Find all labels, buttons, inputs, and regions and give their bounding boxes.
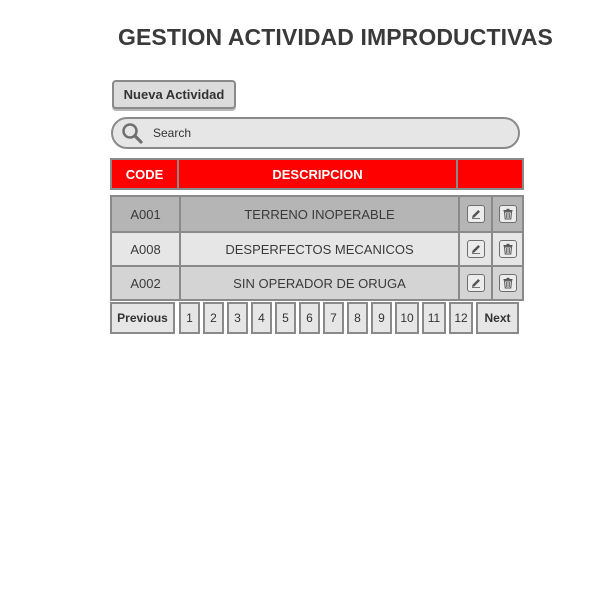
page-button-6[interactable]: 6 <box>299 302 320 334</box>
cell-description: TERRENO INOPERABLE <box>179 197 458 231</box>
page-button-11[interactable]: 11 <box>422 302 446 334</box>
cell-code: A002 <box>130 275 161 291</box>
page-title: GESTION ACTIVIDAD IMPRODUCTIVAS <box>118 24 554 50</box>
table-row: A008 DESPERFECTOS MECANICOS <box>112 231 522 265</box>
table-row: A002 SIN OPERADOR DE ORUGA <box>112 265 522 299</box>
page-button-2[interactable]: 2 <box>203 302 224 334</box>
table-body: A001 TERRENO INOPERABLE A008 DESPERFECTO… <box>110 195 524 301</box>
page-button-12[interactable]: 12 <box>449 302 473 334</box>
column-header-descripcion: DESCRIPCION <box>179 158 458 190</box>
page-button-10[interactable]: 10 <box>395 302 419 334</box>
trash-icon[interactable] <box>498 274 517 292</box>
page-button-4[interactable]: 4 <box>251 302 272 334</box>
search-input[interactable] <box>151 125 495 141</box>
edit-cell <box>458 233 491 265</box>
table-row: A001 TERRENO INOPERABLE <box>112 197 522 231</box>
pencil-icon[interactable] <box>466 205 485 223</box>
next-page-button[interactable]: Next <box>476 302 519 334</box>
delete-cell <box>491 233 522 265</box>
delete-cell <box>491 197 522 231</box>
pagination: Previous 1 2 3 4 5 6 7 8 9 10 11 12 Next <box>110 302 519 334</box>
search-icon[interactable] <box>119 120 145 146</box>
page-button-8[interactable]: 8 <box>347 302 368 334</box>
edit-cell <box>458 267 491 299</box>
trash-icon[interactable] <box>498 240 517 258</box>
new-activity-button[interactable]: Nueva Actividad <box>112 80 236 109</box>
page-button-1[interactable]: 1 <box>179 302 200 334</box>
table-header: CODE DESCRIPCION <box>110 158 524 190</box>
column-header-code: CODE <box>110 158 179 190</box>
cell-description: SIN OPERADOR DE ORUGA <box>179 267 458 299</box>
page-button-3[interactable]: 3 <box>227 302 248 334</box>
edit-cell <box>458 197 491 231</box>
cell-code: A001 <box>130 206 161 222</box>
cell-description: DESPERFECTOS MECANICOS <box>179 233 458 265</box>
cell-code: A008 <box>130 241 161 257</box>
pencil-icon[interactable] <box>466 274 485 292</box>
page-button-9[interactable]: 9 <box>371 302 392 334</box>
pencil-icon[interactable] <box>466 240 485 258</box>
delete-cell <box>491 267 522 299</box>
previous-page-button[interactable]: Previous <box>110 302 175 334</box>
page-button-5[interactable]: 5 <box>275 302 296 334</box>
search-bar <box>111 117 520 149</box>
trash-icon[interactable] <box>498 205 517 223</box>
column-header-actions <box>458 158 524 190</box>
page-button-7[interactable]: 7 <box>323 302 344 334</box>
activities-table: CODE DESCRIPCION A001 TERRENO INOPERABLE… <box>110 158 524 301</box>
